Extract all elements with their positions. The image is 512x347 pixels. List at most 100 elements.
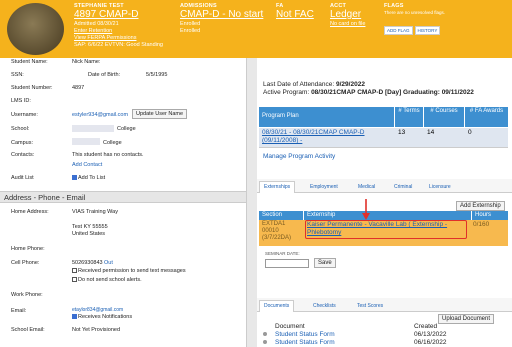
address-line-1: VIAS Training Way	[72, 209, 118, 215]
tab-licensure[interactable]: Licensure	[429, 184, 451, 190]
add-to-list-row: Add To List	[72, 175, 105, 181]
document-created: 06/16/2022	[414, 339, 447, 346]
active-program-value: 08/30/21CMAP CMAP-D [Day] Graduating: 09…	[311, 89, 474, 96]
add-to-list-label: Add To List	[78, 175, 106, 181]
username-value: estyler934@gmail.com	[72, 112, 129, 118]
student-id-link[interactable]: 4897 CMAP-D	[74, 9, 163, 21]
admitted-date: Admitted 08/30/21	[74, 21, 119, 27]
program-row[interactable]: 08/30/21 - 08/30/21CMAP CMAP-D (09/11/20…	[259, 128, 508, 148]
fa-col: FA Not FAC	[276, 3, 314, 21]
tab-criminal[interactable]: Criminal	[394, 184, 412, 190]
add-to-list-checkbox[interactable]	[72, 175, 77, 181]
text-permission-checkbox[interactable]	[72, 268, 77, 274]
home-phone-label: Home Phone:	[11, 246, 45, 252]
enter-retention-link[interactable]: Enter Retention	[74, 28, 163, 35]
school-value: College	[117, 126, 136, 132]
notifications-label: Receives Notifications	[78, 314, 133, 320]
program-plan-link[interactable]: 08/30/21 - 08/30/21CMAP CMAP-D (09/11/20…	[262, 129, 392, 145]
doc-bullet-icon	[263, 340, 267, 344]
email-value: etaylor834@gmail.com	[72, 307, 124, 313]
program-fa: 0	[468, 129, 472, 136]
home-address-label: Home Address:	[11, 209, 49, 215]
cell-phone-out-link[interactable]: Out	[104, 260, 113, 266]
highlight-box	[305, 220, 467, 239]
nick-name-label: Nick Name:	[72, 59, 101, 65]
ferpa-link[interactable]: View FERPA Permissions	[74, 35, 163, 42]
add-externship-button[interactable]: Add Externship	[456, 201, 505, 211]
contacts-value: This student has no contacts.	[72, 152, 144, 158]
student-number-label: Student Number:	[11, 85, 53, 91]
dob-label: Date of Birth:	[88, 72, 121, 78]
student-number-value: 4897	[72, 85, 85, 91]
admissions-link[interactable]: CMAP-D - No start	[180, 9, 263, 21]
student-header: STEPHANIE TEST 4897 CMAP-D Admitted 08/3…	[0, 0, 512, 58]
arrow-down-icon	[362, 199, 370, 220]
history-button[interactable]: HISTORY	[414, 26, 441, 35]
tab-documents[interactable]: Documents	[259, 300, 295, 312]
update-user-name-button[interactable]: Update User Name	[132, 109, 188, 119]
manage-program-link[interactable]: Manage Program Activity	[263, 153, 335, 160]
student-info-col: STEPHANIE TEST 4897 CMAP-D Admitted 08/3…	[74, 3, 163, 49]
active-program-label: Active Program:	[263, 89, 310, 96]
contacts-label: Contacts:	[11, 152, 35, 158]
tab-medical[interactable]: Medical	[358, 184, 375, 190]
campus-value: College	[103, 140, 122, 146]
cell-phone-value: 5026930843	[72, 260, 103, 266]
upload-document-button[interactable]: Upload Document	[438, 314, 495, 324]
lms-id-label: LMS ID:	[11, 98, 31, 104]
no-alerts-label: Do not send school alerts.	[78, 277, 142, 283]
program-terms: 13	[398, 129, 406, 136]
address-line-3: United States	[72, 231, 106, 237]
acct-col: ACCT Ledger No card on file	[330, 3, 365, 28]
no-alerts-checkbox[interactable]	[72, 277, 77, 283]
student-name-label: Student Name:	[11, 59, 48, 65]
school-redacted	[72, 125, 114, 132]
last-attendance-label: Last Date of Attendance:	[263, 81, 335, 88]
col-terms: # Terms	[395, 107, 423, 127]
sap-status: SAP: 6/6/22 EVTVN: Good Standing	[74, 42, 163, 48]
active-program-row: Active Program: 08/30/21CMAP CMAP-D [Day…	[263, 89, 474, 96]
add-contact-link[interactable]: Add Contact	[72, 162, 102, 168]
notifications-row: Receives Notifications	[72, 314, 132, 320]
externship-hours: 0/160	[473, 221, 490, 228]
fa-link[interactable]: Not FAC	[276, 9, 314, 21]
school-label: School:	[11, 126, 30, 132]
work-phone-label: Work Phone:	[11, 292, 43, 298]
email-label: Email:	[11, 308, 27, 314]
card-on-file-link[interactable]: No card on file	[330, 21, 365, 28]
col-program-plan: Program Plan	[259, 107, 394, 127]
school-email-value: Not Yet Provisioned	[72, 327, 121, 333]
externship-tabs: Externships Employment Medical Criminal …	[257, 179, 512, 193]
doc-col-created: Created	[414, 323, 438, 330]
tab-checklists[interactable]: Checklists	[313, 303, 336, 309]
flags-col: FLAGS There are no unresolved flags. ADD…	[384, 3, 445, 37]
notifications-checkbox[interactable]	[72, 314, 77, 320]
col-section: Section	[259, 211, 303, 220]
doc-col-document: Document	[275, 323, 305, 330]
student-details-panel: Student Name: Nick Name: SSN: Date of Bi…	[0, 58, 247, 347]
save-button[interactable]: Save	[314, 258, 336, 268]
col-externship: Externship	[304, 211, 471, 220]
school-email-label: School Email:	[11, 327, 45, 333]
text-permission-row: Received permission to send text message…	[72, 268, 186, 274]
add-flag-button[interactable]: ADD FLAG	[384, 26, 413, 35]
document-link[interactable]: Student Status Form	[275, 331, 335, 338]
col-courses: # Courses	[424, 107, 464, 127]
ledger-link[interactable]: Ledger	[330, 9, 365, 21]
ssn-label: SSN:	[11, 72, 24, 78]
audit-list-label: Audit List	[11, 175, 34, 181]
program-courses: 14	[427, 129, 435, 136]
tab-externships[interactable]: Externships	[259, 181, 296, 193]
last-attendance-value: 9/29/2022	[336, 81, 365, 88]
document-created: 06/13/2022	[414, 331, 447, 338]
tab-employment[interactable]: Employment	[310, 184, 338, 190]
tab-test-scores[interactable]: Test Scores	[357, 303, 383, 309]
campus-redacted	[72, 138, 100, 145]
admissions-col: ADMISSIONS CMAP-D - No start Enrolled En…	[180, 3, 263, 35]
seminar-date-input[interactable]	[265, 259, 309, 268]
address-line-2: Test KY 55555	[72, 224, 108, 230]
document-link[interactable]: Student Status Form	[275, 339, 335, 346]
student-photo	[7, 3, 64, 55]
flags-none-text: There are no unresolved flags.	[384, 10, 446, 15]
seminar-label: SEMINAR DATE:	[265, 251, 300, 256]
